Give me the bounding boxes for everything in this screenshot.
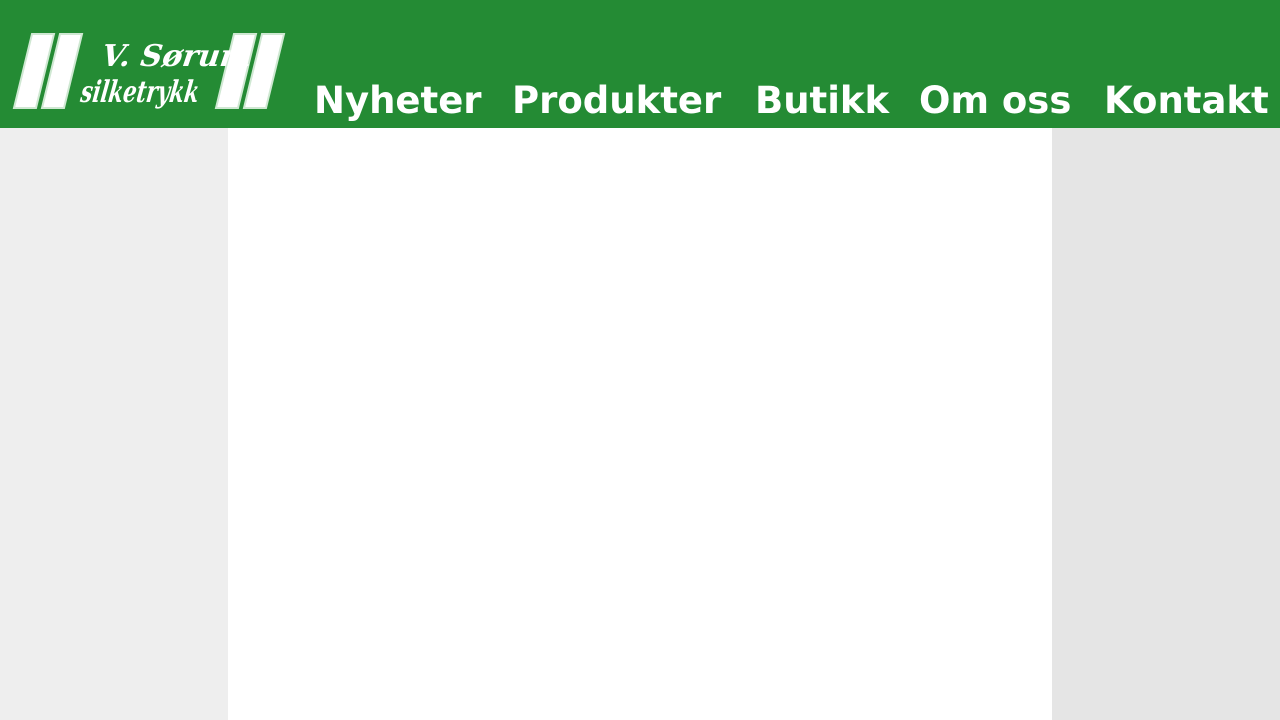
nav-item-produkter[interactable]: Produkter <box>512 78 721 124</box>
nav-item-kontakt[interactable]: Kontakt <box>1104 78 1269 124</box>
main-nav: Nyheter Produkter Butikk Om oss Kontakt <box>0 78 1280 124</box>
nav-item-om-oss[interactable]: Om oss <box>919 78 1071 124</box>
right-margin <box>1052 128 1280 720</box>
site-header: V. Sørum silketrykk Nyheter Produkter Bu… <box>0 0 1280 128</box>
logo-text-line1: V. Sørum <box>100 39 255 74</box>
left-margin <box>0 128 228 720</box>
main-content <box>228 128 1052 720</box>
nav-item-butikk[interactable]: Butikk <box>755 78 889 124</box>
nav-item-nyheter[interactable]: Nyheter <box>314 78 482 124</box>
